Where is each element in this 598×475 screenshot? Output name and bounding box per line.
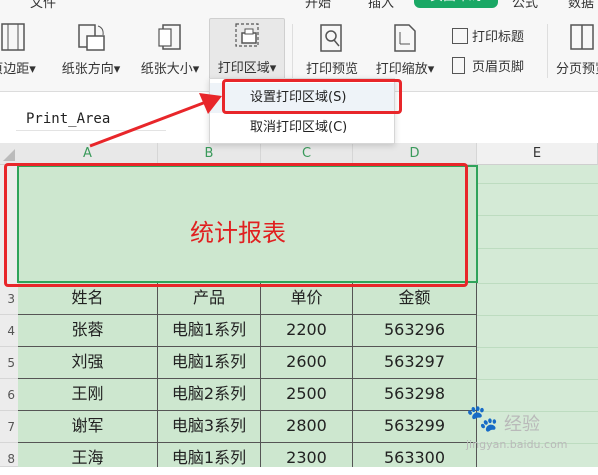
column-header-e[interactable]: E — [477, 143, 598, 165]
paw-icon: 🐾 — [466, 404, 499, 434]
table-cell[interactable]: 563296 — [353, 315, 477, 347]
page-break-label: 分页预览 — [555, 62, 598, 77]
header-footer-button[interactable]: 页眉页脚 — [452, 56, 524, 75]
tab-file[interactable]: 文件 — [30, 0, 56, 11]
header-cell-price[interactable]: 单价 — [261, 283, 353, 315]
table-cell[interactable]: 电脑1系列 — [158, 443, 261, 467]
print-area-label: 打印区域▾ — [217, 61, 277, 76]
margins-label: 页边距▾ — [0, 62, 36, 77]
row-header-4[interactable]: 4 — [0, 315, 18, 347]
select-all-corner[interactable] — [0, 143, 18, 165]
watermark: 🐾 经验 jingyan.baidu.com — [466, 404, 596, 464]
table-cell[interactable]: 2300 — [261, 443, 353, 467]
menu-item-cancel-print-area[interactable]: 取消打印区域(C) — [210, 113, 394, 143]
margins-icon — [0, 22, 26, 56]
table-cell[interactable]: 563298 — [353, 379, 477, 411]
gridline — [477, 248, 598, 249]
table-cell[interactable]: 电脑2系列 — [158, 379, 261, 411]
print-titles-label: 打印标题 — [472, 30, 525, 45]
header-cell-product[interactable]: 产品 — [158, 283, 261, 315]
gridline — [477, 379, 598, 380]
table-cell[interactable]: 王刚 — [18, 379, 158, 411]
paper-size-label: 纸张大小▾ — [140, 62, 200, 77]
page-break-preview-button[interactable]: 分页预览 — [552, 20, 598, 80]
table-cell[interactable]: 电脑1系列 — [158, 347, 261, 379]
gridline — [477, 215, 598, 216]
orientation-label: 纸张方向▾ — [61, 62, 121, 77]
margins-button[interactable]: 页边距▾ — [0, 20, 42, 80]
print-scale-label: 打印缩放▾ — [375, 62, 435, 77]
ribbon-separator — [292, 24, 293, 78]
table-cell[interactable]: 2200 — [261, 315, 353, 347]
header-footer-label: 页眉页脚 — [472, 60, 525, 75]
gridline — [477, 347, 598, 348]
print-preview-icon — [318, 22, 346, 58]
table-cell[interactable]: 2800 — [261, 411, 353, 443]
print-scale-button[interactable]: 打印缩放▾ — [369, 20, 441, 80]
row-header-7[interactable]: 7 — [0, 411, 18, 443]
gridline — [477, 183, 598, 184]
highlight-box-title — [4, 163, 468, 287]
print-area-icon — [232, 21, 262, 57]
orientation-icon — [76, 22, 106, 58]
orientation-button[interactable]: 纸张方向▾ — [54, 20, 128, 80]
column-header-c[interactable]: C — [261, 143, 353, 165]
table-cell[interactable]: 电脑3系列 — [158, 411, 261, 443]
print-titles-button[interactable]: 打印标题 — [452, 26, 524, 45]
table-cell[interactable]: 2500 — [261, 379, 353, 411]
tab-insert[interactable]: 插入 — [368, 0, 394, 11]
paper-size-icon — [156, 22, 184, 58]
watermark-url: jingyan.baidu.com — [466, 438, 568, 451]
table-cell[interactable]: 王海 — [18, 443, 158, 467]
tab-home[interactable]: 开始 — [305, 0, 331, 11]
watermark-text: 经验 — [504, 414, 540, 435]
table-cell[interactable]: 电脑1系列 — [158, 315, 261, 347]
print-area-button[interactable]: 打印区域▾ — [209, 18, 285, 80]
gridline — [477, 283, 598, 284]
header-footer-icon — [452, 57, 465, 74]
row-header-8[interactable]: 8 — [0, 443, 18, 467]
table-cell[interactable]: 刘强 — [18, 347, 158, 379]
page-break-icon — [568, 22, 596, 58]
table-cell[interactable]: 张蓉 — [18, 315, 158, 347]
tab-formulas[interactable]: 公式 — [512, 0, 538, 11]
gridline — [477, 315, 598, 316]
header-cell-name[interactable]: 姓名 — [18, 283, 158, 315]
table-cell[interactable]: 谢军 — [18, 411, 158, 443]
table-cell[interactable]: 563300 — [353, 443, 477, 467]
column-header-d[interactable]: D — [353, 143, 477, 165]
row-header-5[interactable]: 5 — [0, 347, 18, 379]
print-preview-label: 打印预览 — [305, 62, 358, 77]
ribbon-separator — [547, 24, 548, 78]
paper-size-button[interactable]: 纸张大小▾ — [133, 20, 207, 80]
header-cell-amount[interactable]: 金额 — [353, 283, 477, 315]
table-cell[interactable]: 563297 — [353, 347, 477, 379]
annotation-arrow-icon — [89, 93, 222, 148]
table-cell[interactable]: 563299 — [353, 411, 477, 443]
print-preview-button[interactable]: 打印预览 — [300, 20, 364, 80]
highlight-box-menu-item — [222, 79, 402, 114]
print-scale-icon — [391, 22, 419, 58]
tab-page-layout[interactable]: 页面布局 — [414, 0, 498, 8]
row-header-6[interactable]: 6 — [0, 379, 18, 411]
print-titles-icon — [452, 28, 468, 44]
row-header-3[interactable]: 3 — [0, 283, 18, 315]
tab-data[interactable]: 数据 — [568, 0, 594, 11]
table-cell[interactable]: 2600 — [261, 347, 353, 379]
